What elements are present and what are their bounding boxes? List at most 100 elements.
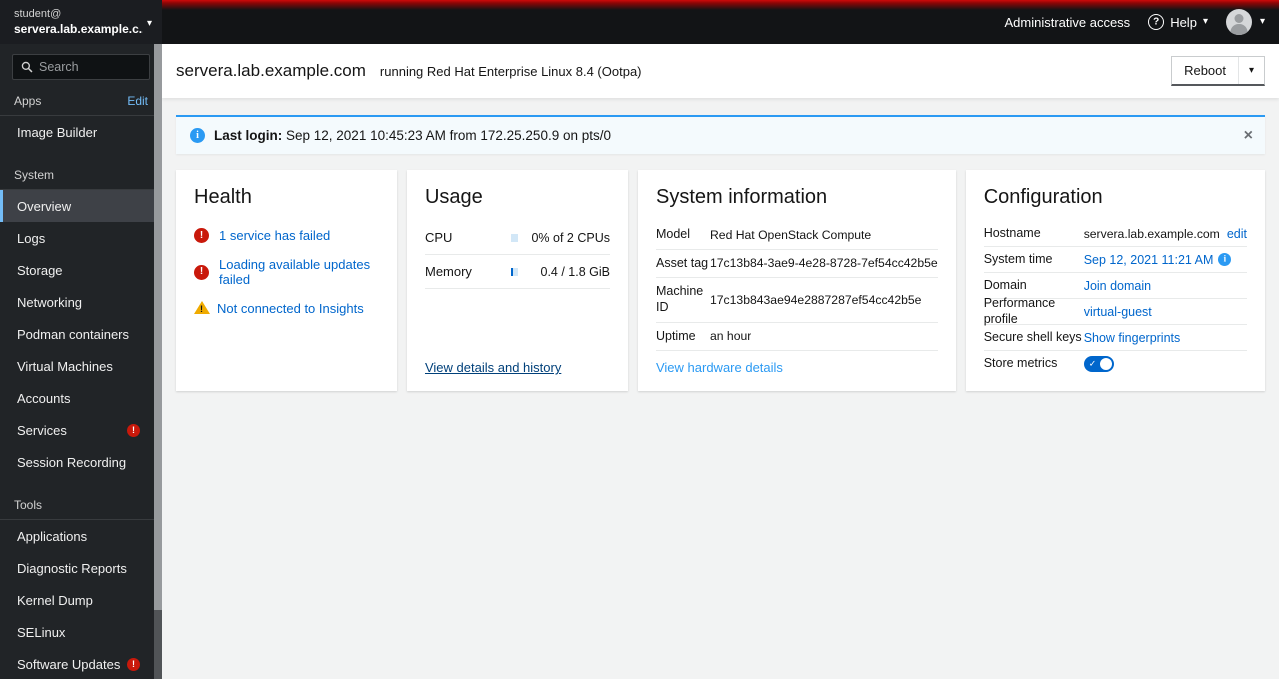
store-metrics-toggle[interactable] (1083, 356, 1114, 372)
time-info-icon[interactable] (1218, 252, 1232, 266)
machine-id-row: Machine ID 17c13b843ae94e2887287ef54cc42… (655, 278, 938, 323)
sidebar-item-session-recording[interactable]: Session Recording (0, 446, 162, 478)
health-item-service-failed: 1 service has failed (194, 221, 379, 250)
store-metrics-label: Store metrics (983, 356, 1058, 371)
system-time-row: System time Sep 12, 2021 11:21 AM (983, 247, 1247, 273)
administrative-access-button[interactable]: Administrative access (1004, 15, 1130, 30)
nav-group-label-system: System (14, 168, 55, 182)
avatar (1225, 9, 1252, 35)
sidebar-item-services[interactable]: Services (0, 414, 162, 446)
search-box[interactable] (12, 54, 150, 80)
health-item-insights: Not connected to Insights (194, 294, 379, 323)
sidebar-item-overview[interactable]: Overview (0, 190, 162, 222)
cockpit-app: student@ servera.lab.example.c... ▾ Apps… (0, 0, 1279, 679)
sidebar-item-logs[interactable]: Logs (0, 222, 162, 254)
configuration-card-title: Configuration (983, 186, 1103, 208)
machine-id-label: Machine ID (655, 284, 704, 314)
system-information-card: System information Model Red Hat OpenSta… (637, 170, 956, 391)
asset-tag-label: Asset tag (655, 255, 709, 270)
host-switcher[interactable]: student@ servera.lab.example.c... ▾ (0, 0, 162, 44)
usage-card: Usage CPU 0% of 2 CPUs Memory 0.4 / 1.8 … (406, 170, 628, 391)
host-name: servera.lab.example.c... (14, 22, 143, 36)
sidebar-item-label: Session Recording (17, 454, 127, 470)
chevron-down-icon: ▾ (1202, 16, 1208, 27)
last-login-message: Sep 12, 2021 10:45:23 AM from 172.25.250… (282, 128, 611, 143)
insights-link[interactable]: Not connected to Insights (217, 301, 364, 316)
sidebar-item-image-builder[interactable]: Image Builder (0, 116, 162, 148)
memory-usage-value: 0.4 / 1.8 GiB (540, 264, 610, 279)
sidebar-item-label: Storage (17, 262, 63, 278)
sidebar-item-diagnostic-reports[interactable]: Diagnostic Reports (0, 552, 162, 584)
updates-failed-link[interactable]: Loading available updates failed (219, 257, 379, 287)
sidebar-item-virtual-machines[interactable]: Virtual Machines (0, 350, 162, 382)
sidebar-item-label: Accounts (17, 390, 71, 406)
help-menu[interactable]: Help ▾ (1148, 14, 1208, 30)
sidebar-item-label: Virtual Machines (17, 358, 113, 374)
sidebar-item-label: Overview (17, 198, 72, 214)
hostname-edit-link[interactable]: edit (1227, 227, 1247, 241)
sidebar-item-label: Logs (17, 230, 46, 246)
sidebar-item-label: SELinux (17, 624, 66, 640)
health-card: Health 1 service has failed Loading avai… (176, 170, 397, 391)
model-value: Red Hat OpenStack Compute (709, 227, 872, 242)
sidebar-item-label: Software Updates (17, 656, 121, 672)
sidebar-item-applications[interactable]: Applications (0, 520, 162, 552)
sidebar-item-accounts[interactable]: Accounts (0, 382, 162, 414)
usage-card-title: Usage (424, 186, 483, 208)
sidebar: student@ servera.lab.example.c... ▾ Apps… (0, 0, 162, 679)
reboot-split-button: Reboot ▾ (1171, 56, 1265, 86)
sidebar-item-kernel-dump[interactable]: Kernel Dump (0, 584, 162, 616)
join-domain-link[interactable]: Join domain (1084, 279, 1151, 293)
error-icon (194, 264, 209, 280)
reboot-dropdown-toggle[interactable]: ▾ (1238, 57, 1264, 84)
nav-group-label-tools: Tools (14, 498, 43, 512)
search-input[interactable] (39, 60, 141, 74)
warning-icon (194, 301, 210, 314)
performance-profile-row: Performance profile virtual-guest (983, 295, 1247, 326)
page-title-hostname: servera.lab.example.com (176, 61, 366, 80)
system-time-label: System time (983, 251, 1053, 266)
sidebar-item-label: Image Builder (17, 124, 98, 140)
sidebar-item-selinux[interactable]: SELinux (0, 616, 162, 648)
apps-edit-link[interactable]: Edit (127, 94, 148, 108)
configuration-card: Configuration Hostname servera.lab.examp… (965, 170, 1265, 391)
hostname-label: Hostname (983, 225, 1041, 240)
uptime-value: an hour (709, 329, 752, 344)
sidebar-item-podman-containers[interactable]: Podman containers (0, 318, 162, 350)
exclamation-badge-icon (127, 423, 140, 437)
system-time-link[interactable]: Sep 12, 2021 11:21 AM (1084, 253, 1214, 267)
uptime-row: Uptime an hour (655, 323, 938, 352)
performance-profile-link[interactable]: virtual-guest (1084, 305, 1152, 319)
cpu-label: CPU (424, 230, 453, 245)
reboot-button[interactable]: Reboot (1172, 57, 1238, 84)
performance-profile-label: Performance profile (983, 295, 1056, 326)
nav-group-tools: Tools (0, 492, 162, 520)
close-icon[interactable]: × (1244, 127, 1253, 144)
error-icon (194, 228, 209, 243)
store-metrics-row: Store metrics (984, 351, 1247, 377)
uptime-label: Uptime (655, 328, 696, 343)
chevron-down-icon: ▾ (146, 18, 152, 29)
asset-tag-row: Asset tag 17c13b84-3ae9-4e28-8728-7ef54c… (655, 250, 938, 279)
service-failed-link[interactable]: 1 service has failed (219, 228, 330, 243)
view-details-history-link[interactable]: View details and history (425, 360, 610, 375)
sidebar-search (0, 44, 162, 88)
sidebar-scrollbar-track[interactable] (154, 44, 162, 679)
sidebar-item-label: Podman containers (17, 326, 130, 342)
cpu-usage-row: CPU 0% of 2 CPUs (424, 221, 610, 255)
overview-cards: Health 1 service has failed Loading avai… (176, 170, 1265, 391)
sidebar-item-label: Networking (17, 294, 83, 310)
sidebar-item-label: Diagnostic Reports (17, 560, 127, 576)
sidebar-item-software-updates[interactable]: Software Updates (0, 648, 162, 679)
sidebar-scrollbar-thumb[interactable] (154, 44, 162, 610)
health-card-title: Health (194, 186, 252, 208)
user-menu[interactable]: ▾ (1225, 9, 1265, 35)
show-fingerprints-link[interactable]: Show fingerprints (1084, 331, 1181, 345)
sidebar-item-storage[interactable]: Storage (0, 254, 162, 286)
memory-label: Memory (424, 264, 472, 279)
sidebar-item-networking[interactable]: Networking (0, 286, 162, 318)
help-icon (1148, 14, 1165, 30)
view-hardware-details-link[interactable]: View hardware details (656, 360, 938, 375)
model-row: Model Red Hat OpenStack Compute (655, 221, 938, 250)
os-release-text: running Red Hat Enterprise Linux 8.4 (Oo… (379, 63, 642, 79)
